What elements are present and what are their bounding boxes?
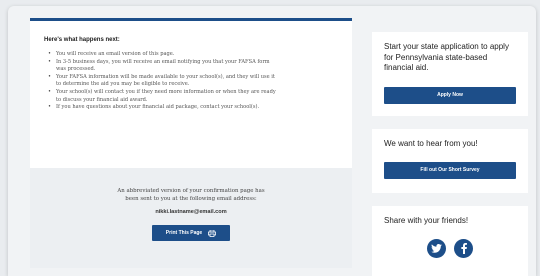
list-item: Your school(s) will contact you if they … <box>44 89 338 97</box>
next-steps-card: Here's what happens next: You will recei… <box>30 18 352 168</box>
list-item: If you have questions about your financi… <box>44 104 338 112</box>
survey-button[interactable]: Fill out Our Short Survey <box>384 161 516 179</box>
print-button-label: Print This Page <box>165 230 203 236</box>
social-icons <box>384 238 516 258</box>
next-steps-title: Here's what happens next: <box>44 37 120 43</box>
apply-now-button[interactable]: Apply Now <box>384 86 516 104</box>
list-item: Your FAFSA information will be made avai… <box>44 74 338 82</box>
survey-card: We want to hear from you! Fill out Our S… <box>372 129 528 193</box>
confirmation-section: An abbreviated version of your confirmat… <box>30 168 352 268</box>
print-page-button[interactable]: Print This Page <box>152 225 230 241</box>
list-item: was processed. <box>56 66 96 73</box>
state-application-card: Start your state application to apply fo… <box>372 32 528 116</box>
confirmation-email: nikki.lastname@email.com <box>155 209 227 215</box>
state-application-text: Start your state application to apply fo… <box>384 42 509 72</box>
list-item: You will receive an email version of thi… <box>44 51 338 59</box>
survey-text: We want to hear from you! <box>384 139 478 148</box>
printer-icon <box>208 229 217 237</box>
list-item: In 3-5 business days, you will receive a… <box>44 59 338 67</box>
share-text: Share with your friends! <box>384 216 469 225</box>
twitter-icon[interactable] <box>427 238 446 258</box>
next-steps-list: You will receive an email version of thi… <box>44 51 338 112</box>
facebook-icon[interactable] <box>454 238 473 258</box>
list-item: to determine the aid you may be eligible… <box>56 81 190 88</box>
share-card: Share with your friends! <box>372 206 528 276</box>
confirmation-text: An abbreviated version of your confirmat… <box>117 188 265 202</box>
